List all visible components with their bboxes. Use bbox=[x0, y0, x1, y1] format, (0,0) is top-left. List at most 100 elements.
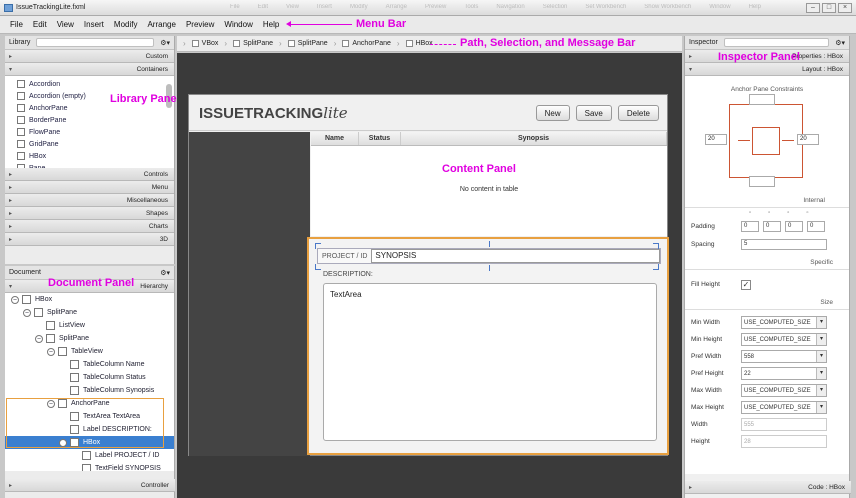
collapse-icon[interactable]: – bbox=[23, 308, 31, 317]
chevron-down-icon[interactable]: ▾ bbox=[816, 351, 826, 362]
delete-button[interactable]: Delete bbox=[617, 105, 659, 121]
selection-handle[interactable] bbox=[315, 264, 321, 270]
description-textarea[interactable]: TextArea bbox=[323, 283, 657, 441]
breadcrumb-item-splitpane[interactable]: SplitPane bbox=[233, 40, 273, 47]
tree-item-splitpane[interactable]: – SplitPane bbox=[5, 332, 174, 345]
size-row-max-height: Max Height USE_COMPUTED_SIZE ▾ bbox=[685, 399, 827, 416]
collapse-icon[interactable]: – bbox=[47, 347, 55, 356]
library-item-accordion[interactable]: Accordion bbox=[5, 78, 174, 90]
library-section-3d[interactable]: ▸ 3D bbox=[5, 233, 174, 246]
library-section-shapes[interactable]: ▸ Shapes bbox=[5, 207, 174, 220]
save-button[interactable]: Save bbox=[575, 105, 612, 121]
collapse-icon[interactable]: – bbox=[35, 334, 43, 343]
new-button[interactable]: New bbox=[535, 105, 570, 121]
table-view[interactable]: Name Status Synopsis No content in table bbox=[311, 132, 667, 236]
menu-file[interactable]: File bbox=[10, 20, 23, 29]
selection-handle[interactable] bbox=[653, 264, 659, 270]
chevron-down-icon[interactable]: ▾ bbox=[816, 334, 826, 345]
anchor-left-field[interactable]: 20 bbox=[705, 134, 727, 145]
list-view[interactable] bbox=[189, 132, 310, 456]
tree-item-listview[interactable]: ListView bbox=[5, 319, 174, 332]
library-item-borderpane[interactable]: BorderPane bbox=[5, 114, 174, 126]
column-header-name[interactable]: Name bbox=[311, 132, 359, 145]
code-section[interactable]: ▸ Code : HBox bbox=[685, 481, 851, 494]
node-icon bbox=[82, 451, 91, 460]
tree-item-tablecolumn-status[interactable]: TableColumn Status bbox=[5, 371, 174, 384]
min-width-field[interactable]: USE_COMPUTED_SIZE ▾ bbox=[741, 316, 827, 329]
selection-handle[interactable] bbox=[489, 241, 490, 247]
path-bar-arrow bbox=[430, 44, 456, 45]
breadcrumb-item-anchorpane[interactable]: AnchorPane bbox=[342, 40, 391, 47]
pref-height-field[interactable]: 22 ▾ bbox=[741, 367, 827, 380]
pref-width-field[interactable]: 558 ▾ bbox=[741, 350, 827, 363]
selection-handle[interactable] bbox=[315, 243, 321, 249]
controller-section[interactable]: ▸ Controller bbox=[5, 479, 175, 492]
gear-icon[interactable]: ⚙▾ bbox=[160, 269, 170, 277]
tree-item-hbox[interactable]: – HBox bbox=[5, 293, 174, 306]
menu-window[interactable]: Window bbox=[224, 20, 252, 29]
tree-item-label-project-id[interactable]: Label PROJECT / ID bbox=[5, 449, 174, 462]
library-search-input[interactable] bbox=[36, 38, 155, 47]
chevron-down-icon[interactable]: ▾ bbox=[816, 385, 826, 396]
menu-insert[interactable]: Insert bbox=[84, 20, 104, 29]
maximize-icon[interactable]: □ bbox=[822, 3, 836, 13]
breadcrumb-item-splitpane[interactable]: SplitPane bbox=[287, 40, 328, 47]
selection-handle[interactable] bbox=[653, 243, 659, 249]
library-panel: Library ⚙▾ ▸ Custom ▾ Containers Accordion A… bbox=[5, 36, 175, 264]
hbox-selected[interactable]: PROJECT / ID SYNOPSIS bbox=[317, 248, 661, 264]
minimize-icon[interactable]: – bbox=[806, 3, 820, 13]
chevron-down-icon[interactable]: ▾ bbox=[816, 402, 826, 413]
column-header-synopsis[interactable]: Synopsis bbox=[401, 132, 667, 145]
library-section-containers[interactable]: ▾ Containers bbox=[5, 63, 174, 76]
node-icon bbox=[233, 40, 241, 47]
close-icon[interactable]: × bbox=[838, 3, 852, 13]
padding-field[interactable]: 0 bbox=[741, 221, 759, 232]
library-section-miscellaneous[interactable]: ▸ Miscellaneous bbox=[5, 194, 174, 207]
tree-item-tablecolumn-synopsis[interactable]: TableColumn Synopsis bbox=[5, 384, 174, 397]
menu-preview[interactable]: Preview bbox=[186, 20, 214, 29]
tree-item-tableview[interactable]: – TableView bbox=[5, 345, 174, 358]
selection-handle[interactable] bbox=[489, 265, 490, 271]
tree-item-splitpane[interactable]: – SplitPane bbox=[5, 306, 174, 319]
menu-edit[interactable]: Edit bbox=[33, 20, 47, 29]
fill-height-checkbox[interactable]: ✓ bbox=[741, 279, 751, 290]
padding-field[interactable]: 0 bbox=[807, 221, 825, 232]
chevron-down-icon[interactable]: ▾ bbox=[816, 317, 826, 328]
menu-bar: File Edit View Insert Modify Arrange Preview Wi… bbox=[0, 16, 856, 34]
padding-field[interactable]: 0 bbox=[763, 221, 781, 232]
anchor-bottom-field[interactable] bbox=[749, 176, 775, 187]
inspector-header: Inspector ⚙▾ bbox=[685, 36, 849, 50]
library-section-custom[interactable]: ▸ Custom bbox=[5, 50, 174, 63]
max-width-field[interactable]: USE_COMPUTED_SIZE ▾ bbox=[741, 384, 827, 397]
tree-item-tablecolumn-name[interactable]: TableColumn Name bbox=[5, 358, 174, 371]
menu-view[interactable]: View bbox=[57, 20, 74, 29]
library-section-charts[interactable]: ▸ Charts bbox=[5, 220, 174, 233]
menu-modify[interactable]: Modify bbox=[114, 20, 138, 29]
library-item-flowpane[interactable]: FlowPane bbox=[5, 126, 174, 138]
tree-item-textfield-synopsis[interactable]: TextField SYNOPSIS bbox=[5, 462, 174, 471]
library-item-gridpane[interactable]: GridPane bbox=[5, 138, 174, 150]
library-item-hbox[interactable]: HBox bbox=[5, 150, 174, 162]
min-height-field[interactable]: USE_COMPUTED_SIZE ▾ bbox=[741, 333, 827, 346]
gear-icon[interactable]: ⚙▾ bbox=[160, 39, 170, 47]
breadcrumb-item-hbox[interactable]: HBox bbox=[405, 40, 433, 47]
collapse-icon[interactable]: – bbox=[11, 295, 19, 304]
chevron-down-icon[interactable]: ▾ bbox=[816, 368, 826, 379]
padding-field[interactable]: 0 bbox=[785, 221, 803, 232]
max-height-field[interactable]: USE_COMPUTED_SIZE ▾ bbox=[741, 401, 827, 414]
anchor-right-field[interactable]: 20 bbox=[797, 134, 819, 145]
synopsis-field[interactable]: SYNOPSIS bbox=[371, 249, 660, 263]
gear-icon[interactable]: ⚙▾ bbox=[835, 39, 845, 47]
menu-arrange[interactable]: Arrange bbox=[147, 20, 175, 29]
chevron-right-icon: › bbox=[183, 39, 186, 48]
anchor-pane[interactable]: PROJECT / ID SYNOPSIS DESCRIPTION: TextA… bbox=[307, 237, 669, 455]
breadcrumb-item-vbox[interactable]: VBox bbox=[191, 40, 218, 47]
layout-section[interactable]: ▾ Layout : HBox bbox=[685, 63, 849, 76]
inspector-search-input[interactable] bbox=[723, 38, 830, 47]
spacing-field[interactable]: 5 bbox=[741, 239, 827, 250]
column-header-status[interactable]: Status bbox=[359, 132, 401, 145]
menu-help[interactable]: Help bbox=[263, 20, 279, 29]
library-section-menu[interactable]: ▸ Menu bbox=[5, 181, 174, 194]
library-section-controls[interactable]: ▸ Controls bbox=[5, 168, 174, 181]
anchor-top-field[interactable] bbox=[749, 94, 775, 105]
